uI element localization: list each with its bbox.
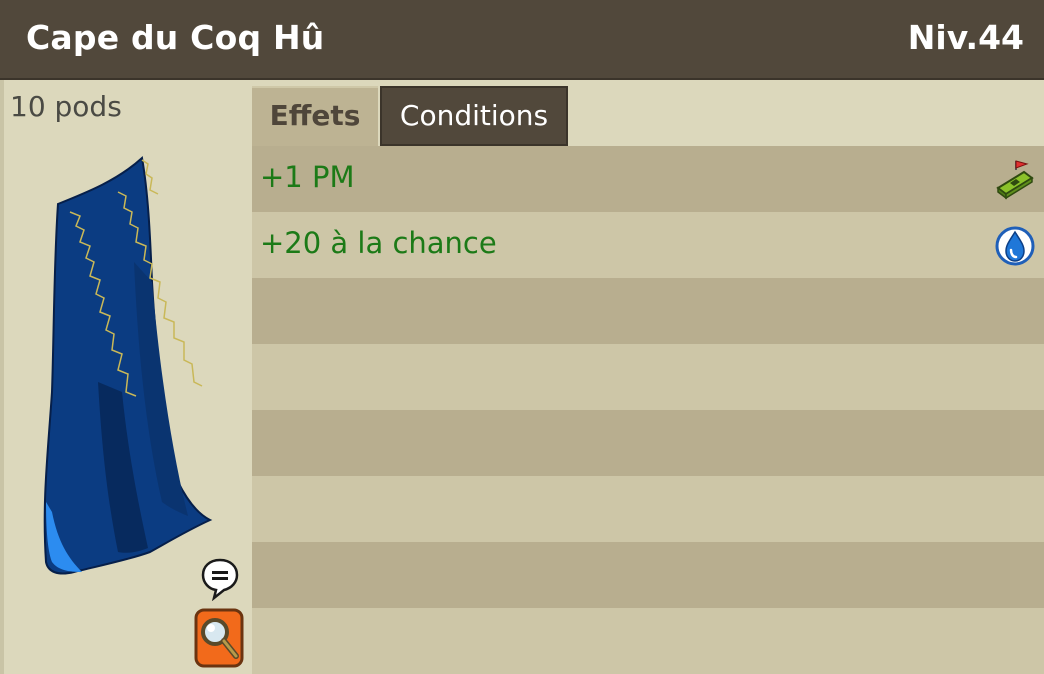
effect-text: +1 PM <box>260 160 355 194</box>
effect-row <box>252 608 1044 674</box>
speech-bubble-icon[interactable] <box>200 557 240 601</box>
effect-text: +20 à la chance <box>260 226 497 260</box>
effect-row: +20 à la chance <box>252 212 1044 278</box>
effects-list: +1 PM +20 à la chance <box>252 146 1044 674</box>
effect-row <box>252 410 1044 476</box>
panel-edge <box>0 80 4 674</box>
effect-row <box>252 542 1044 608</box>
item-tooltip-window: Cape du Coq Hû Niv.44 10 pods Effets Con… <box>0 0 1044 674</box>
movement-points-icon <box>996 160 1034 200</box>
item-preview-panel: 10 pods <box>0 80 252 674</box>
water-drop-icon <box>995 226 1035 266</box>
effect-row <box>252 278 1044 344</box>
details-tabs: Effets Conditions <box>252 86 1044 146</box>
item-name: Cape du Coq Hû <box>26 18 325 57</box>
tab-effects[interactable]: Effets <box>252 86 378 146</box>
item-header: Cape du Coq Hû Niv.44 <box>0 0 1044 80</box>
effect-row: +1 PM <box>252 146 1044 212</box>
magnifier-icon[interactable] <box>194 608 244 668</box>
blue-cape-icon <box>43 156 213 575</box>
item-level: Niv.44 <box>907 18 1024 57</box>
item-weight: 10 pods <box>10 90 122 123</box>
item-details-panel: Effets Conditions +1 PM +20 à la chance <box>252 80 1044 674</box>
effect-row <box>252 344 1044 410</box>
tab-conditions[interactable]: Conditions <box>380 86 568 146</box>
effect-row <box>252 476 1044 542</box>
